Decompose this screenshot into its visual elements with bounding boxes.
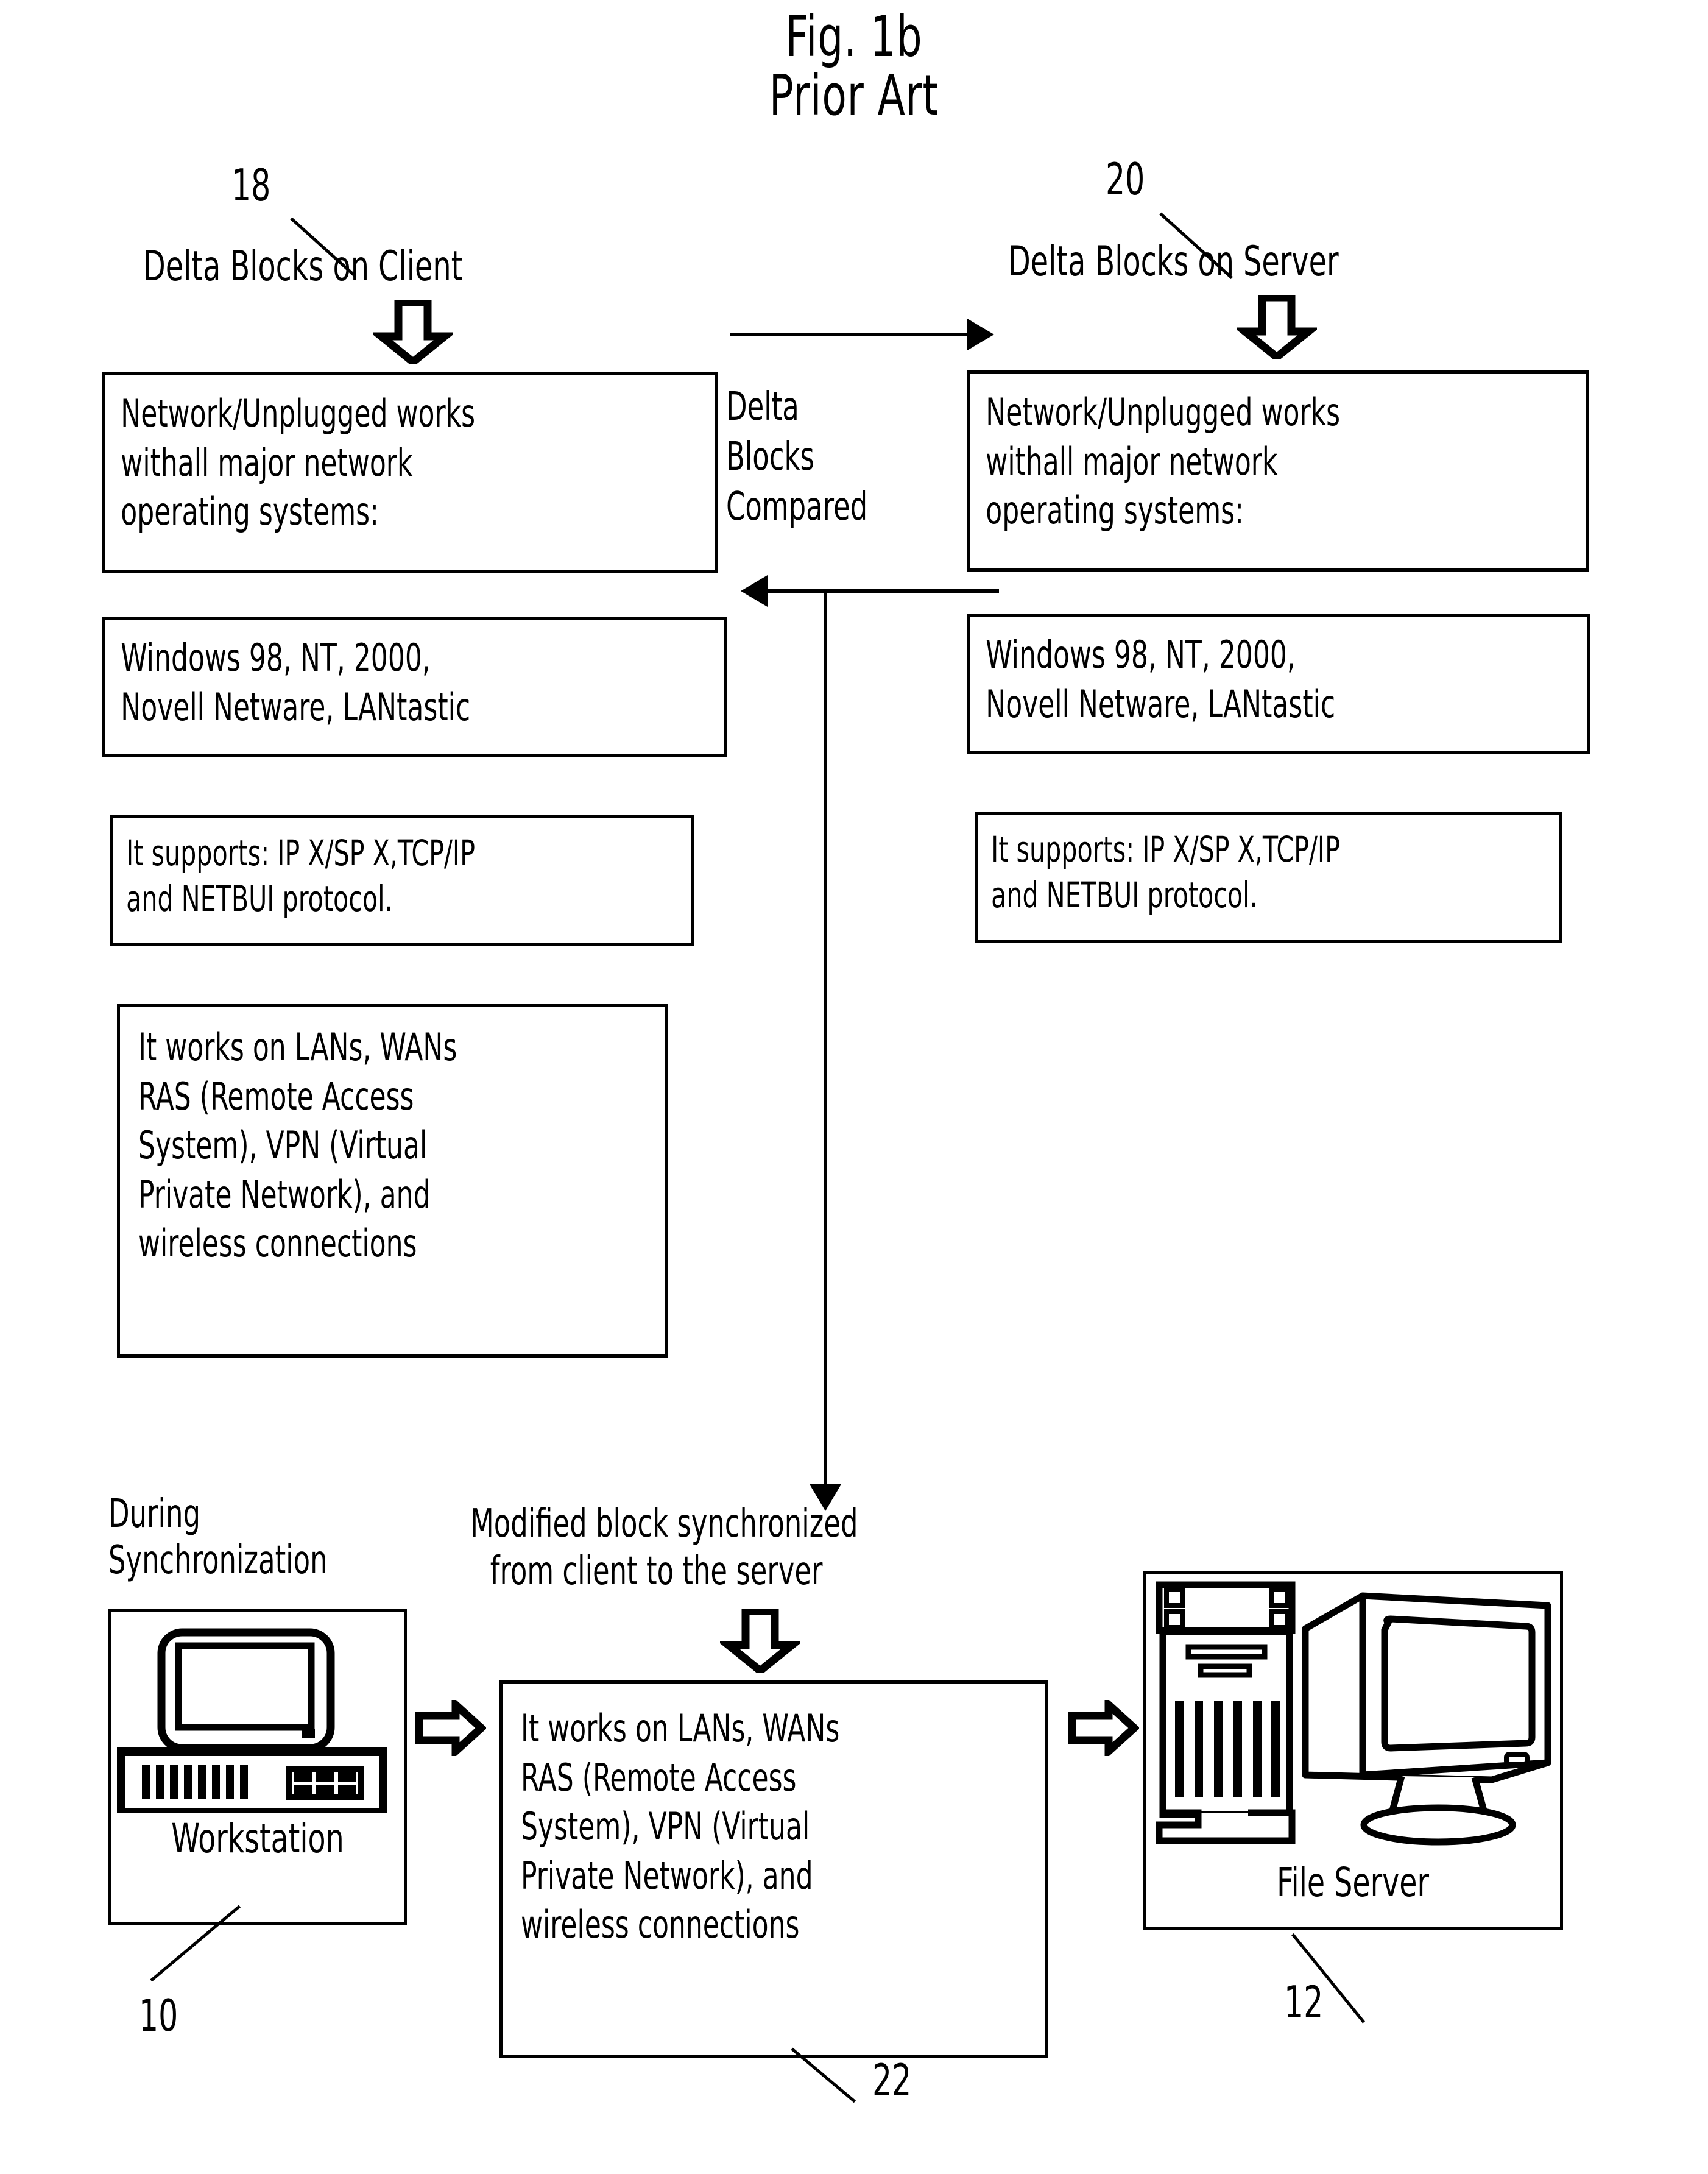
- sync-box-line-5: wireless connections: [521, 1902, 800, 1947]
- file-server-computer-icon: [1156, 1581, 1551, 1846]
- client-os-line-3: operating systems:: [121, 489, 379, 534]
- server-protocols-line-2: and NETBUI protocol.: [991, 874, 1258, 916]
- client-connectivity-line-2: RAS (Remote Access: [138, 1074, 414, 1119]
- client-os-line-2: withall major network: [121, 440, 413, 485]
- ref-number-22: 22: [872, 2055, 912, 2106]
- ref-number-12: 12: [1284, 1977, 1324, 2028]
- sync-flow-label: Modified block synchronized from client …: [470, 1500, 858, 1595]
- sync-box-line-3: System), VPN (Virtual: [521, 1804, 810, 1849]
- server-protocols-box: It supports: IP X/SP X,TCP/IP and NETBUI…: [975, 812, 1562, 943]
- client-platforms-box: Windows 98, NT, 2000, Novell Netware, LA…: [102, 617, 727, 757]
- sync-box-line-4: Private Network), and: [521, 1853, 813, 1898]
- client-connectivity-line-3: System), VPN (Virtual: [138, 1123, 428, 1168]
- sync-box-line-1: It works on LANs, WANs: [521, 1706, 840, 1751]
- client-os-line-1: Network/Unplugged works: [121, 391, 476, 436]
- right-block-arrow-box-to-server: [1068, 1700, 1139, 1756]
- server-os-line-1: Network/Unplugged works: [986, 390, 1341, 434]
- workstation-computer-icon: [117, 1628, 387, 1813]
- arrow-client-to-server-line: [730, 333, 973, 336]
- middle-label-line-1: Delta: [726, 384, 799, 430]
- sync-phase-line-2: Synchronization: [108, 1537, 328, 1583]
- sync-phase-label: During Synchronization: [108, 1492, 328, 1584]
- figure-title: Fig. 1b: [785, 4, 923, 69]
- middle-label-line-2: Blocks: [726, 434, 814, 480]
- server-platforms-line-2: Novell Netware, LANtastic: [986, 681, 1336, 726]
- sync-phase-line-1: During: [108, 1492, 200, 1537]
- arrow-server-to-client-line: [768, 589, 999, 593]
- sync-box-line-2: RAS (Remote Access: [521, 1755, 797, 1800]
- down-block-arrow-sync: [720, 1609, 800, 1673]
- server-platforms-box: Windows 98, NT, 2000, Novell Netware, LA…: [967, 614, 1590, 754]
- client-connectivity-line-5: wireless connections: [138, 1221, 417, 1266]
- file-server-icon-box: File Server: [1143, 1571, 1563, 1930]
- workstation-caption: Workstation: [171, 1815, 344, 1862]
- right-block-arrow-workstation-to-box: [415, 1700, 486, 1756]
- ref-number-10: 10: [139, 1990, 178, 2041]
- down-block-arrow-server: [1237, 295, 1317, 359]
- ref-number-20: 20: [1106, 154, 1145, 205]
- arrow-client-to-server-head: [967, 319, 994, 350]
- arrow-down-to-sync-line: [824, 589, 827, 1487]
- down-block-arrow-client: [373, 300, 453, 364]
- client-connectivity-line-1: It works on LANs, WANs: [138, 1025, 457, 1069]
- workstation-icon-box: Workstation: [108, 1609, 407, 1925]
- server-platforms-line-1: Windows 98, NT, 2000,: [986, 632, 1296, 677]
- arrow-server-to-client-head: [741, 575, 768, 607]
- patent-figure-1b: Fig. 1b Prior Art 18 Delta Blocks on Cli…: [0, 0, 1708, 2174]
- sync-box-22: It works on LANs, WANs RAS (Remote Acces…: [499, 1680, 1048, 2058]
- middle-label: Delta Blocks Compared: [726, 383, 867, 533]
- client-platforms-line-2: Novell Netware, LANtastic: [121, 684, 471, 729]
- sync-flow-line-1: Modified block synchronized: [470, 1501, 858, 1546]
- client-column-heading: Delta Blocks on Client: [143, 243, 463, 291]
- client-platforms-line-1: Windows 98, NT, 2000,: [121, 636, 431, 680]
- figure-subtitle: Prior Art: [769, 63, 939, 128]
- server-os-box: Network/Unplugged works withall major ne…: [967, 370, 1589, 572]
- client-protocols-line-2: and NETBUI protocol.: [126, 878, 393, 920]
- client-connectivity-box: It works on LANs, WANs RAS (Remote Acces…: [117, 1004, 668, 1358]
- server-os-line-2: withall major network: [986, 439, 1278, 484]
- client-protocols-line-1: It supports: IP X/SP X,TCP/IP: [126, 832, 475, 874]
- ref-number-18: 18: [231, 160, 271, 211]
- client-connectivity-line-4: Private Network), and: [138, 1172, 431, 1217]
- middle-label-line-3: Compared: [726, 484, 868, 529]
- sync-flow-line-2: from client to the server: [490, 1549, 823, 1595]
- server-column-heading: Delta Blocks on Server: [1008, 238, 1339, 286]
- client-protocols-box: It supports: IP X/SP X,TCP/IP and NETBUI…: [110, 815, 694, 946]
- server-os-line-3: operating systems:: [986, 488, 1244, 533]
- client-os-box: Network/Unplugged works withall major ne…: [102, 372, 718, 573]
- server-protocols-line-1: It supports: IP X/SP X,TCP/IP: [991, 829, 1340, 870]
- file-server-caption: File Server: [1277, 1859, 1429, 1906]
